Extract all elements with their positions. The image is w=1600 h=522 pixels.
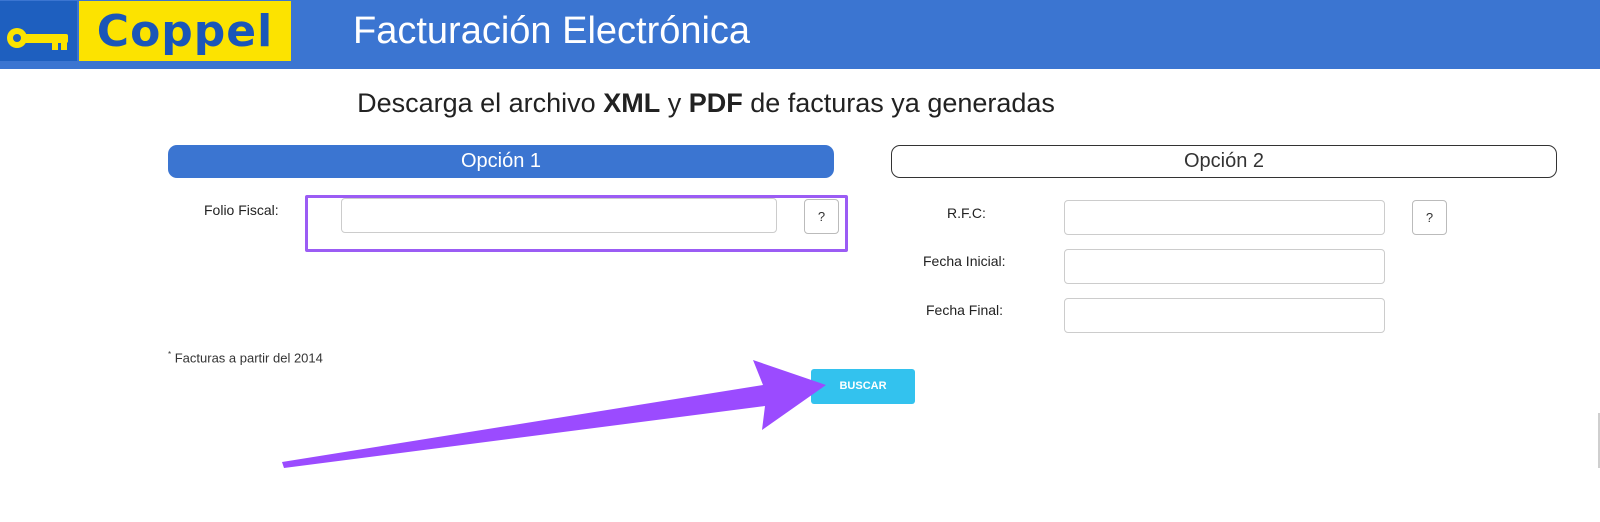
- annotation-arrow: [282, 360, 826, 468]
